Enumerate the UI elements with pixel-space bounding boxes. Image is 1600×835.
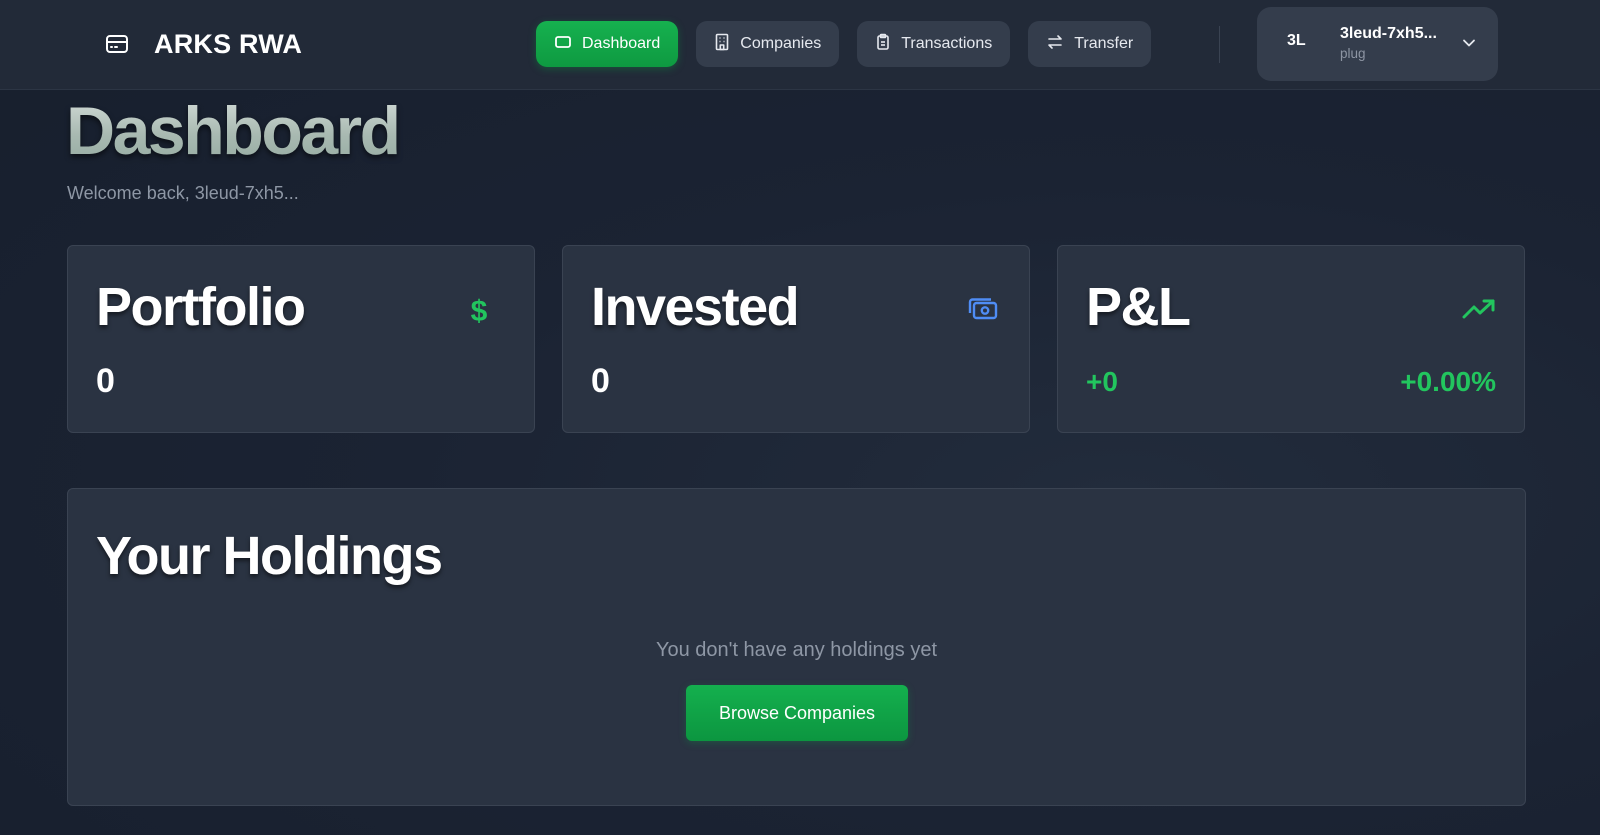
nav-companies-label: Companies [740, 35, 822, 52]
page-title: Dashboard [66, 93, 401, 169]
pnl-card: P&L +0 +0.00% [1057, 245, 1525, 433]
portfolio-card-title: Portfolio [96, 277, 306, 337]
building-icon [714, 33, 730, 56]
holdings-panel: Your Holdings You don't have any holding… [67, 488, 1526, 806]
nav-dashboard-button[interactable]: Dashboard [536, 21, 679, 67]
nav-companies-button[interactable]: Companies [696, 21, 840, 67]
avatar: 3L [1287, 32, 1306, 49]
dashboard-icon [554, 33, 572, 56]
nav-transactions-button[interactable]: Transactions [857, 21, 1011, 67]
portfolio-value: 0 [96, 362, 115, 400]
invested-card: Invested 0 [562, 245, 1030, 433]
nav-transfer-button[interactable]: Transfer [1028, 21, 1152, 67]
invested-card-title: Invested [591, 277, 800, 337]
browse-companies-button[interactable]: Browse Companies [686, 685, 908, 741]
nav-transfer-label: Transfer [1074, 35, 1134, 52]
wallet-icon [104, 31, 130, 57]
cash-icon [967, 296, 999, 327]
holdings-title: Your Holdings [96, 526, 443, 586]
wallet-type: plug [1340, 46, 1366, 61]
user-name: 3leud-7xh5... [1340, 25, 1437, 42]
nav-divider [1219, 26, 1220, 63]
main-nav: Dashboard Companies Transactions Transfe… [536, 21, 1152, 67]
nav-dashboard-label: Dashboard [582, 35, 661, 52]
pnl-card-title: P&L [1086, 277, 1191, 337]
pnl-value: +0 [1086, 366, 1118, 397]
nav-transactions-label: Transactions [901, 35, 993, 52]
receipt-icon [875, 33, 891, 56]
user-account-menu[interactable]: 3L 3leud-7xh5... plug [1257, 7, 1498, 81]
user-info: 3leud-7xh5... plug [1340, 25, 1437, 61]
top-navigation-bar: ARKS RWA Dashboard Companies Transaction… [0, 0, 1600, 90]
svg-text:$: $ [471, 296, 488, 326]
pnl-percent: +0.00% [1400, 366, 1496, 397]
dollar-icon: $ [468, 295, 490, 331]
transfer-arrows-icon [1046, 33, 1064, 56]
empty-holdings-message: You don't have any holdings yet [655, 639, 938, 661]
welcome-message: Welcome back, 3leud-7xh5... [67, 183, 299, 203]
portfolio-card: Portfolio $ 0 [67, 245, 535, 433]
chevron-down-icon[interactable] [1462, 36, 1476, 55]
brand[interactable]: ARKS RWA [104, 26, 302, 62]
trending-up-icon [1462, 298, 1496, 325]
brand-name: ARKS RWA [154, 28, 303, 59]
invested-value: 0 [591, 362, 610, 400]
